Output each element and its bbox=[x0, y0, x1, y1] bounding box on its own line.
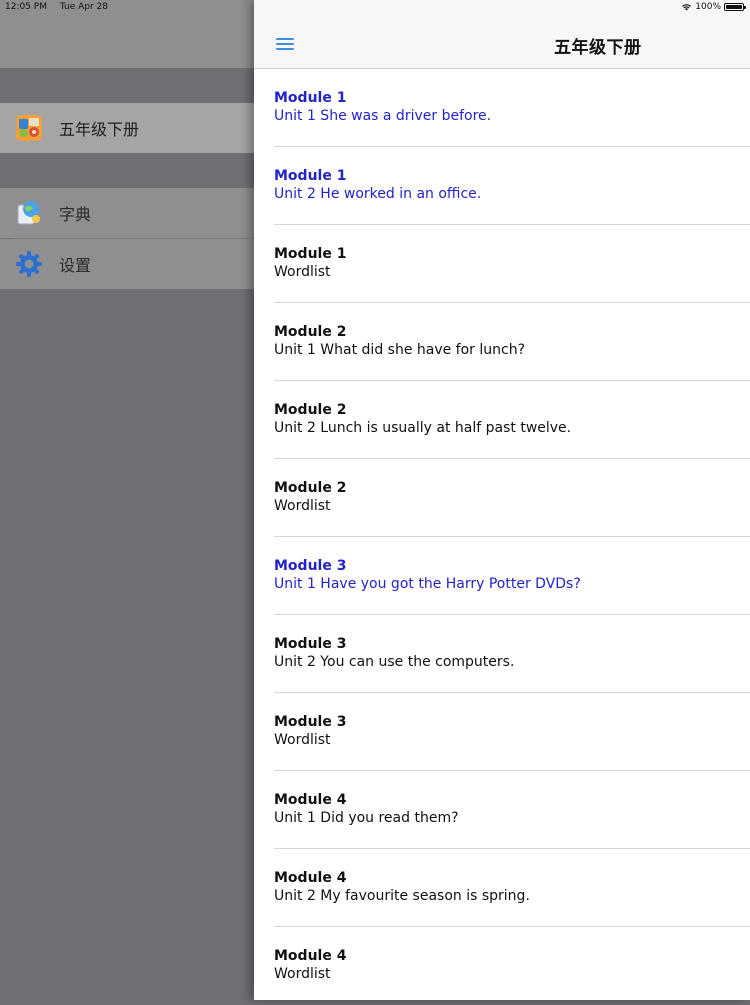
sidebar: 五年级下册 字典 设置 bbox=[0, 0, 254, 1000]
list-item[interactable]: Module 3 Wordlist bbox=[254, 693, 750, 771]
gear-icon bbox=[15, 250, 43, 278]
module-title: Module 3 bbox=[274, 558, 347, 574]
module-title: Module 1 bbox=[274, 246, 347, 262]
page-title: 五年级下册 bbox=[554, 38, 642, 58]
list-item[interactable]: Module 1 Wordlist bbox=[254, 225, 750, 303]
unit-title: Unit 1 She was a driver before. bbox=[274, 108, 492, 124]
module-title: Module 4 bbox=[274, 948, 347, 964]
wifi-icon bbox=[682, 4, 692, 11]
sidebar-item-label: 设置 bbox=[59, 256, 92, 275]
list-item[interactable]: Module 3 Unit 1 Have you got the Harry Po… bbox=[254, 537, 750, 615]
module-title: Module 3 bbox=[274, 714, 347, 730]
sidebar-item-label: 五年级下册 bbox=[59, 120, 140, 139]
book-app-icon bbox=[15, 114, 43, 142]
list-item[interactable]: Module 1 Unit 2 He worked in an office. bbox=[254, 147, 750, 225]
lesson-list-panel: 五年级下册 Module 1 Unit 1 She was a driver be… bbox=[254, 0, 750, 1000]
hamburger-menu-icon[interactable] bbox=[276, 36, 294, 52]
unit-title: Unit 2 Lunch is usually at half past twe… bbox=[274, 420, 572, 436]
unit-title: Wordlist bbox=[274, 498, 331, 514]
unit-title: Wordlist bbox=[274, 264, 331, 280]
list-item[interactable]: Module 4 Unit 1 Did you read them? bbox=[254, 771, 750, 849]
unit-title: Wordlist bbox=[274, 732, 331, 748]
list-item[interactable]: Module 4 Unit 2 My favourite season is sp… bbox=[254, 849, 750, 927]
module-title: Module 2 bbox=[274, 324, 347, 340]
battery-percent: 100% bbox=[695, 2, 721, 12]
lesson-list: Module 1 Unit 1 She was a driver before. … bbox=[254, 69, 750, 1005]
list-item[interactable]: Module 2 Wordlist bbox=[254, 459, 750, 537]
list-item[interactable]: Module 4 Wordlist bbox=[254, 927, 750, 1005]
module-title: Module 2 bbox=[274, 480, 347, 496]
module-title: Module 3 bbox=[274, 636, 347, 652]
unit-title: Unit 2 He worked in an office. bbox=[274, 186, 482, 202]
list-item[interactable]: Module 3 Unit 2 You can use the computers… bbox=[254, 615, 750, 693]
sidebar-item-textbook[interactable]: 五年级下册 bbox=[0, 103, 254, 153]
unit-title: Unit 1 Have you got the Harry Potter DVD… bbox=[274, 576, 581, 592]
status-time: 12:05 PM bbox=[5, 2, 47, 12]
status-date: Tue Apr 28 bbox=[59, 2, 108, 12]
module-title: Module 1 bbox=[274, 90, 347, 106]
module-title: Module 4 bbox=[274, 792, 347, 808]
unit-title: Wordlist bbox=[274, 966, 331, 982]
module-title: Module 1 bbox=[274, 168, 347, 184]
list-item[interactable]: Module 2 Unit 2 Lunch is usually at half … bbox=[254, 381, 750, 459]
module-title: Module 4 bbox=[274, 870, 347, 886]
sidebar-item-dictionary[interactable]: 字典 bbox=[0, 188, 254, 238]
sidebar-item-settings[interactable]: 设置 bbox=[0, 239, 254, 289]
unit-title: Unit 2 You can use the computers. bbox=[274, 654, 515, 670]
sidebar-item-label: 字典 bbox=[59, 205, 92, 224]
unit-title: Unit 1 What did she have for lunch? bbox=[274, 342, 526, 358]
battery-level bbox=[726, 5, 742, 9]
unit-title: Unit 1 Did you read them? bbox=[274, 810, 459, 826]
unit-title: Unit 2 My favourite season is spring. bbox=[274, 888, 530, 904]
list-item[interactable]: Module 1 Unit 1 She was a driver before. bbox=[254, 69, 750, 147]
status-bar: 12:05 PM Tue Apr 28 100% bbox=[0, 0, 750, 14]
battery-icon bbox=[724, 3, 746, 11]
dictionary-icon bbox=[15, 199, 43, 227]
module-title: Module 2 bbox=[274, 402, 347, 418]
list-item[interactable]: Module 2 Unit 1 What did she have for lun… bbox=[254, 303, 750, 381]
